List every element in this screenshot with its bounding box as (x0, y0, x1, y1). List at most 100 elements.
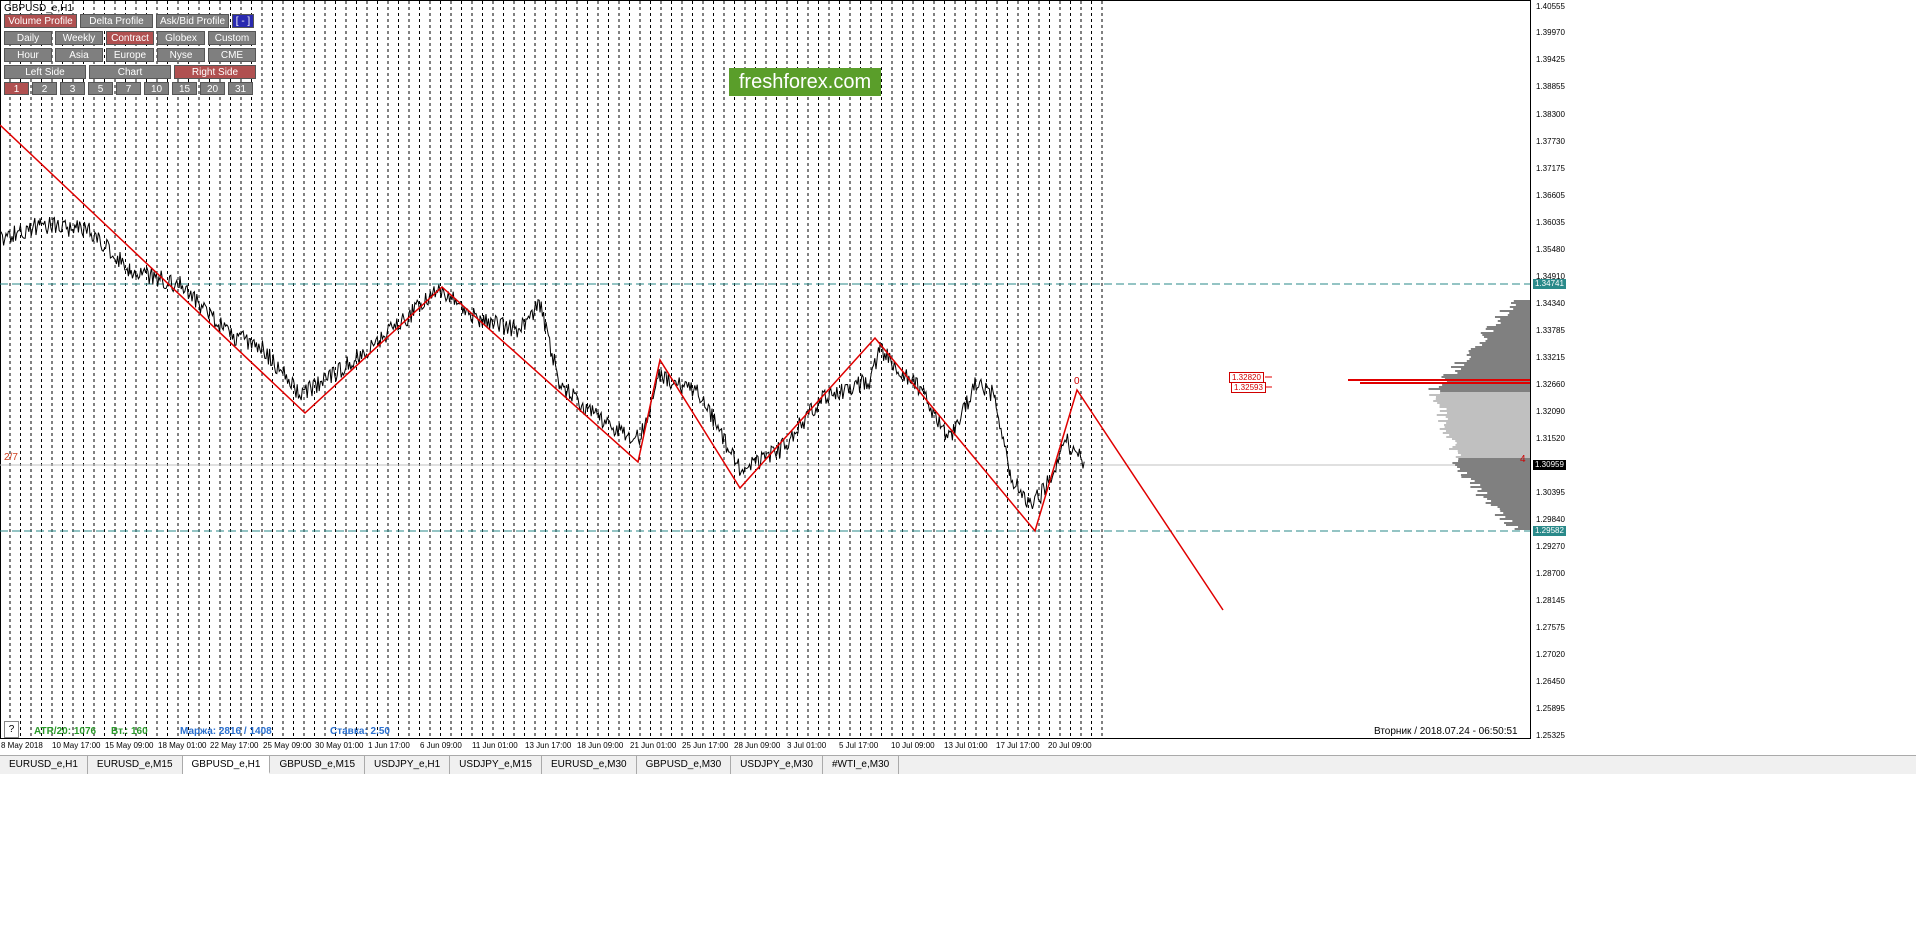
tab-eurusd-e-m30[interactable]: EURUSD_e,M30 (542, 756, 637, 774)
poc-bar (1348, 379, 1530, 381)
help-button[interactable]: ? (4, 721, 19, 738)
volume-profile-bar (1445, 430, 1530, 432)
volume-profile-bar (1429, 394, 1530, 396)
volume-profile-bar (1512, 520, 1530, 522)
time-tick-label: 13 Jun 17:00 (525, 741, 572, 750)
time-tick-label: 5 Jul 17:00 (839, 741, 879, 750)
panel-button-15[interactable]: 15 (172, 82, 197, 95)
right-marker: 4 (1520, 454, 1526, 465)
volume-profile-bar (1460, 474, 1530, 476)
panel-button-31[interactable]: 31 (228, 82, 253, 95)
panel-button-daily[interactable]: Daily (4, 31, 52, 45)
volume-profile-bar (1446, 436, 1530, 438)
server-datetime: Вторник / 2018.07.24 - 06:50:51 (1374, 726, 1518, 737)
volume-profile-bar (1447, 418, 1530, 420)
panel-button-right-side[interactable]: Right Side (174, 65, 256, 79)
panel-button-left-side[interactable]: Left Side (4, 65, 86, 79)
volume-profile-bar (1487, 498, 1530, 500)
volume-profile-bar (1444, 424, 1530, 426)
volume-profile-bar (1470, 348, 1530, 350)
tab-usdjpy-e-h1[interactable]: USDJPY_e,H1 (365, 756, 451, 774)
tab-usdjpy-e-m15[interactable]: USDJPY_e,M15 (450, 756, 542, 774)
volume-profile-bar (1479, 342, 1530, 344)
volume-profile-bar (1439, 410, 1530, 412)
panel-button-contract[interactable]: Contract (106, 31, 154, 45)
volume-profile-bar (1475, 346, 1530, 348)
panel-button-5[interactable]: 5 (88, 82, 113, 95)
tab-eurusd-e-m15[interactable]: EURUSD_e,M15 (88, 756, 183, 774)
tab--wti-e-m30[interactable]: #WTI_e,M30 (823, 756, 900, 774)
tab-gbpusd-e-h1[interactable]: GBPUSD_e,H1 (182, 756, 271, 774)
volume-profile-bar (1450, 366, 1530, 368)
panel-button-custom[interactable]: Custom (208, 31, 256, 45)
volume-profile-bar (1457, 450, 1530, 452)
panel-button-ask-bid-profile[interactable]: Ask/Bid Profile (156, 14, 229, 28)
price-tick-label: 1.29840 (1536, 515, 1565, 524)
panel-button-nyse[interactable]: Nyse (157, 48, 205, 62)
tab-gbpusd-e-m30[interactable]: GBPUSD_e,M30 (637, 756, 732, 774)
tab-eurusd-e-h1[interactable]: EURUSD_e,H1 (0, 756, 88, 774)
price-tick-label: 1.37175 (1536, 164, 1565, 173)
volume-profile-bar (1428, 388, 1530, 390)
panel-button-2[interactable]: 2 (32, 82, 57, 95)
time-tick-label: 30 May 01:00 (315, 741, 364, 750)
price-chart[interactable] (0, 0, 1916, 755)
volume-profile-bar (1495, 324, 1530, 326)
tab-usdjpy-e-m30[interactable]: USDJPY_e,M30 (731, 756, 823, 774)
time-tick-label: 17 Jul 17:00 (996, 741, 1040, 750)
panel-button-1[interactable]: 1 (4, 82, 29, 95)
volume-profile-bar (1513, 300, 1530, 302)
volume-profile-bar (1500, 322, 1530, 324)
volume-profile-bar (1455, 440, 1530, 442)
poc-bar (1360, 382, 1530, 384)
volume-profile-bar (1452, 462, 1530, 464)
volume-profile-bar (1494, 316, 1530, 318)
panel-button-weekly[interactable]: Weekly (55, 31, 103, 45)
panel-button-10[interactable]: 10 (144, 82, 169, 95)
panel-button-20[interactable]: 20 (200, 82, 225, 95)
volume-profile-bar (1499, 508, 1530, 510)
rate-readout: Ставка: 2.50 (330, 726, 390, 737)
volume-profile-bar (1466, 354, 1530, 356)
volume-profile-bar (1438, 386, 1530, 388)
volume-profile-bar (1446, 412, 1530, 414)
volume-profile-bar (1457, 470, 1530, 472)
panel-button-delta-profile[interactable]: Delta Profile (80, 14, 153, 28)
panel-button-hour[interactable]: Hour (4, 48, 52, 62)
volume-profile-bar (1438, 420, 1530, 422)
panel-button-3[interactable]: 3 (60, 82, 85, 95)
volume-profile-bar (1468, 350, 1530, 352)
panel-button-cme[interactable]: CME (208, 48, 256, 62)
volume-profile-bar (1459, 468, 1530, 470)
volume-profile-bar (1509, 312, 1530, 314)
volume-profile-bar (1499, 518, 1530, 520)
panel-button-chart[interactable]: Chart (89, 65, 171, 79)
volume-profile-bar (1491, 500, 1530, 502)
volume-readout: Вт.: 160 (111, 726, 148, 737)
volume-profile-bar (1505, 516, 1530, 518)
panel-button-7[interactable]: 7 (116, 82, 141, 95)
volume-profile-bar (1461, 476, 1530, 478)
price-tick-label: 1.33215 (1536, 353, 1565, 362)
volume-profile-bar (1475, 494, 1530, 496)
time-tick-label: 11 Jun 01:00 (472, 741, 518, 750)
volume-profile-bar (1497, 506, 1530, 508)
panel-button-asia[interactable]: Asia (55, 48, 103, 62)
volume-profile-bar (1509, 306, 1530, 308)
volume-profile-bar (1474, 480, 1530, 482)
panel-button-globex[interactable]: Globex (157, 31, 205, 45)
volume-profile-bar (1439, 404, 1530, 406)
price-tick-label: 1.32090 (1536, 407, 1565, 416)
volume-profile-bar (1499, 310, 1530, 312)
panel-button-europe[interactable]: Europe (106, 48, 154, 62)
tab-gbpusd-e-m15[interactable]: GBPUSD_e,M15 (270, 756, 366, 774)
volume-profile-bar (1461, 368, 1530, 370)
volume-profile-bar (1433, 400, 1530, 402)
time-tick-label: 20 Jul 09:00 (1048, 741, 1092, 750)
panel-button-volume-profile[interactable]: Volume Profile (4, 14, 77, 28)
volume-profile-bar (1449, 434, 1530, 436)
panel-button-[interactable]: [ - ] (232, 14, 254, 28)
time-tick-label: 10 May 17:00 (52, 741, 101, 750)
volume-profile-bar (1467, 472, 1530, 474)
price-tick-label: 1.40555 (1536, 2, 1565, 11)
